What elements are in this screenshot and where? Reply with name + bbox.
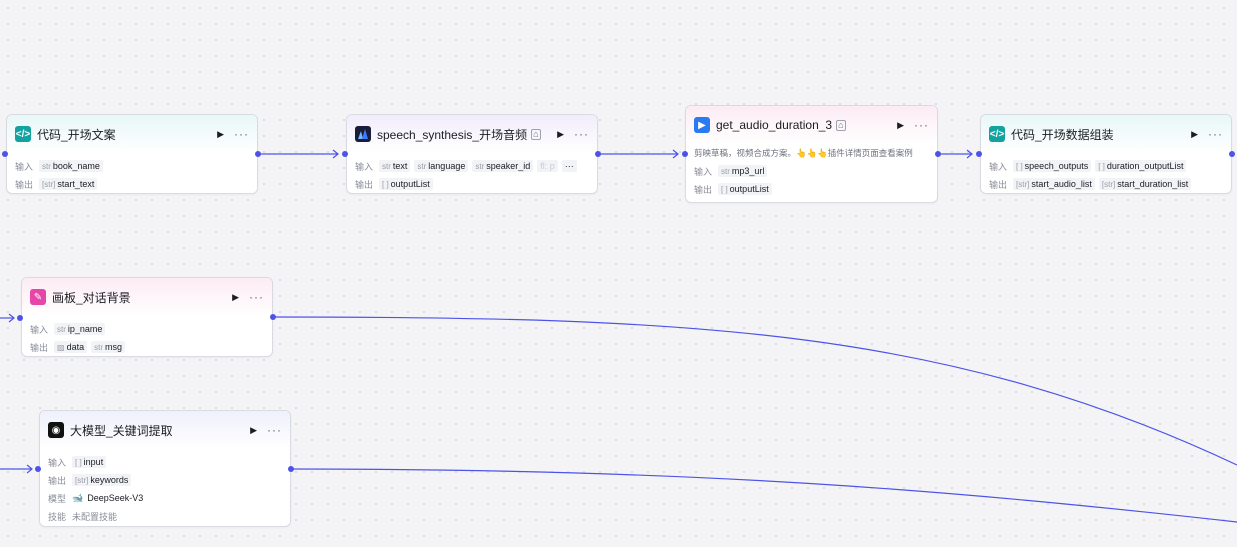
output-port[interactable] bbox=[595, 151, 601, 157]
node-get-audio-duration[interactable]: ▶ get_audio_duration_3 ⌂ ▶ ··· 剪映草稿，视频合成… bbox=[685, 105, 938, 203]
output-port[interactable] bbox=[255, 151, 261, 157]
canvas-icon: ✎ bbox=[30, 289, 46, 305]
node-speech-synthesis[interactable]: speech_synthesis_开场音频 ⌂ ▶ ··· 输入 str text… bbox=[346, 114, 598, 194]
run-icon[interactable]: ▶ bbox=[217, 129, 224, 140]
output-label: 输出 bbox=[355, 179, 374, 190]
output-label: 输出 bbox=[694, 184, 713, 195]
run-icon[interactable]: ▶ bbox=[897, 120, 904, 131]
input-port[interactable] bbox=[682, 151, 688, 157]
more-icon[interactable]: ··· bbox=[1208, 127, 1223, 141]
input-port[interactable] bbox=[342, 151, 348, 157]
more-icon[interactable]: ··· bbox=[267, 423, 282, 437]
param-chip: str ip_name bbox=[54, 323, 106, 335]
plugin-icon bbox=[355, 126, 371, 142]
deepseek-icon: 🐋 bbox=[72, 492, 84, 503]
param-chip: str mp3_url bbox=[718, 165, 768, 177]
edge-canvas-out bbox=[273, 316, 1237, 466]
node-title: 代码_开场数据组装 bbox=[1011, 127, 1114, 142]
model-label: 模型 bbox=[48, 493, 67, 504]
param-chip: fl: p bbox=[537, 160, 558, 172]
code-icon: </> bbox=[15, 126, 31, 142]
input-port[interactable] bbox=[17, 315, 23, 321]
output-port[interactable] bbox=[935, 151, 941, 157]
more-icon[interactable]: ··· bbox=[574, 127, 589, 141]
param-chip: str speaker_id bbox=[472, 160, 534, 172]
output-port[interactable] bbox=[270, 314, 276, 320]
play-icon: ▶ bbox=[694, 117, 710, 133]
input-label: 输入 bbox=[989, 161, 1008, 172]
param-chip: str language bbox=[414, 160, 469, 172]
node-title: 代码_开场文案 bbox=[37, 127, 116, 142]
edge-llm-out bbox=[290, 468, 1237, 523]
output-label: 输出 bbox=[989, 179, 1008, 190]
input-label: 输入 bbox=[694, 166, 713, 177]
node-description: 剪映草稿，视频合成方案。👆👆👆插件详情页面查看案例 bbox=[694, 148, 913, 158]
node-code-opening-data[interactable]: </> 代码_开场数据组装 ▶ ··· 输入 [ ] speech_outputs… bbox=[980, 114, 1232, 194]
node-title: speech_synthesis_开场音频 bbox=[377, 127, 528, 142]
more-icon[interactable]: ··· bbox=[249, 290, 264, 304]
node-canvas-background[interactable]: ✎ 画板_对话背景 ▶ ··· 输入 str ip_name 输出 ▨ data s… bbox=[21, 277, 273, 357]
plugin-badge-icon: ⌂ bbox=[836, 119, 846, 131]
node-header[interactable]: speech_synthesis_开场音频 ⌂ ▶ ··· bbox=[347, 115, 597, 153]
more-icon[interactable]: ··· bbox=[914, 118, 929, 132]
param-chip: [ ] outputList bbox=[379, 178, 433, 190]
output-label: 输出 bbox=[48, 475, 67, 486]
llm-icon: ◉ bbox=[48, 422, 64, 438]
output-label: 输出 bbox=[30, 342, 49, 353]
node-header[interactable]: ✎ 画板_对话背景 ▶ ··· bbox=[22, 278, 272, 316]
param-chip: [ ] duration_outputList bbox=[1095, 160, 1187, 172]
input-port[interactable] bbox=[976, 151, 982, 157]
param-chip: str msg bbox=[91, 341, 125, 353]
output-port[interactable] bbox=[288, 466, 294, 472]
input-label: 输入 bbox=[355, 161, 374, 172]
run-icon[interactable]: ▶ bbox=[250, 425, 257, 436]
param-chip: [ ] outputList bbox=[718, 183, 772, 195]
code-icon: </> bbox=[989, 126, 1005, 142]
param-chip: str text bbox=[379, 160, 411, 172]
image-icon: ▨ bbox=[57, 342, 65, 352]
node-title: 画板_对话背景 bbox=[52, 290, 131, 305]
run-icon[interactable]: ▶ bbox=[1191, 129, 1198, 140]
node-header[interactable]: ▶ get_audio_duration_3 ⌂ ▶ ··· bbox=[686, 106, 937, 144]
param-chip: [str] start_duration_list bbox=[1098, 178, 1192, 190]
more-icon[interactable]: ··· bbox=[234, 127, 249, 141]
run-icon[interactable]: ▶ bbox=[557, 129, 564, 140]
input-label: 输入 bbox=[48, 457, 67, 468]
output-label: 输出 bbox=[15, 179, 34, 190]
node-llm-keywords[interactable]: ◉ 大模型_关键词提取 ▶ ··· 输入 [ ] input 输出 [str] ke… bbox=[39, 410, 291, 527]
node-title: get_audio_duration_3 bbox=[716, 118, 833, 132]
run-icon[interactable]: ▶ bbox=[232, 292, 239, 303]
param-chip: [ ] speech_outputs bbox=[1013, 160, 1092, 172]
node-header[interactable]: ◉ 大模型_关键词提取 ▶ ··· bbox=[40, 411, 290, 449]
param-chip: str book_name bbox=[39, 160, 103, 172]
node-title: 大模型_关键词提取 bbox=[70, 423, 173, 438]
node-code-opening-text[interactable]: </> 代码_开场文案 ▶ ··· 输入 str book_name 输出 [st… bbox=[6, 114, 258, 194]
input-port[interactable] bbox=[35, 466, 41, 472]
model-name: DeepSeek-V3 bbox=[87, 493, 144, 503]
output-port[interactable] bbox=[1229, 151, 1235, 157]
more-params[interactable]: ··· bbox=[561, 160, 577, 172]
input-label: 输入 bbox=[15, 161, 34, 172]
param-chip: [str] start_audio_list bbox=[1013, 178, 1095, 190]
node-header[interactable]: </> 代码_开场文案 ▶ ··· bbox=[7, 115, 257, 153]
skill-value: 未配置技能 bbox=[72, 511, 118, 522]
skill-label: 技能 bbox=[48, 511, 67, 522]
param-chip: [str] keywords bbox=[72, 474, 132, 486]
input-port[interactable] bbox=[2, 151, 8, 157]
plugin-badge-icon: ⌂ bbox=[531, 128, 541, 140]
param-chip: [str] start_text bbox=[39, 178, 98, 190]
param-chip: [ ] input bbox=[72, 456, 107, 468]
param-chip: ▨ data bbox=[54, 341, 88, 353]
input-label: 输入 bbox=[30, 324, 49, 335]
node-header[interactable]: </> 代码_开场数据组装 ▶ ··· bbox=[981, 115, 1231, 153]
